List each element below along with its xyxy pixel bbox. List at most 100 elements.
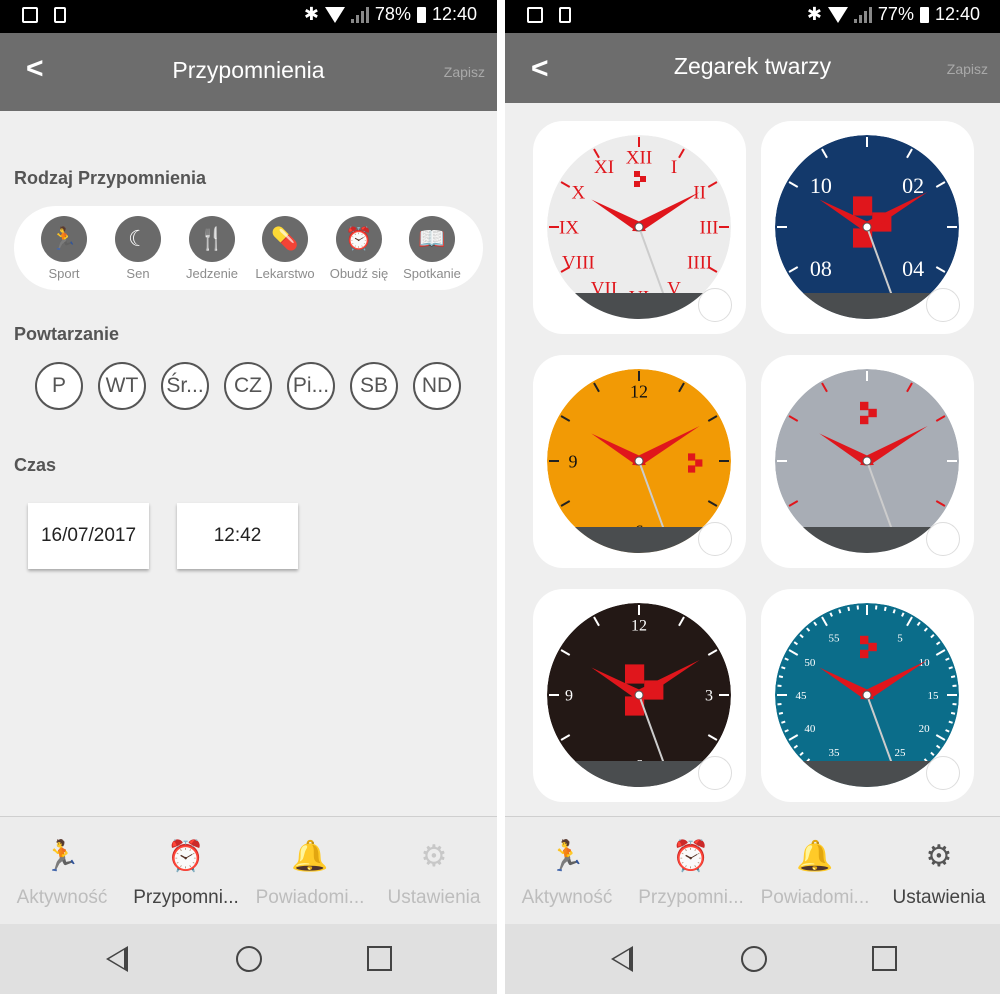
type-food[interactable]: 🍴 Jedzenie: [177, 216, 247, 281]
select-radio[interactable]: [698, 288, 732, 322]
type-medicine[interactable]: 💊 Lekarstwo: [250, 216, 320, 281]
select-radio[interactable]: [926, 522, 960, 556]
dial-tick: [883, 606, 887, 612]
save-button[interactable]: Zapisz: [947, 61, 988, 77]
running-icon: 🏃: [43, 840, 81, 873]
dial-numeral: 12: [630, 381, 648, 401]
dial-tick: [781, 720, 786, 724]
day-toggle-sun[interactable]: ND: [413, 362, 461, 410]
dial-numeral: 35: [829, 747, 841, 759]
select-radio[interactable]: [926, 288, 960, 322]
status-bar: ✱ 77% 12:40: [505, 0, 1000, 33]
hand-pin: [862, 222, 872, 232]
nav-back-icon[interactable]: [611, 946, 633, 972]
brand-logo-mark: [634, 181, 640, 187]
dial-numeral: 15: [928, 690, 940, 702]
dial-numeral: IIII: [687, 253, 712, 274]
type-sport[interactable]: 🏃 Sport: [29, 216, 99, 281]
tab-notifications[interactable]: 🔔 Powiadomi...: [248, 817, 372, 925]
type-label: Sen: [126, 266, 150, 281]
type-sleep[interactable]: ☾ Sen: [103, 216, 173, 281]
status-bar: ✱ 78% 12:40: [0, 0, 497, 33]
select-radio[interactable]: [698, 756, 732, 790]
dial-numeral: 40: [804, 723, 816, 735]
tab-reminders[interactable]: ⏰ Przypomni...: [629, 817, 753, 925]
day-toggle-sat[interactable]: SB: [350, 362, 398, 410]
running-icon: 🏃: [41, 216, 87, 262]
save-button[interactable]: Zapisz: [444, 64, 485, 80]
day-toggle-tue[interactable]: WT: [98, 362, 146, 410]
brand-logo-mark: [868, 642, 877, 652]
watch-face-option[interactable]: [761, 355, 974, 568]
bluetooth-icon: ✱: [303, 4, 319, 24]
alarm-clock-icon: ⏰: [167, 840, 205, 873]
date-field[interactable]: 16/07/2017: [28, 503, 149, 569]
dial-numeral: 50: [804, 657, 816, 669]
brand-logo-mark: [860, 415, 869, 425]
brand-logo-mark: [860, 635, 869, 645]
system-nav-bar: [505, 924, 1000, 994]
watch-face-option[interactable]: XIIIIIIIIIIIIVVIVIIVIIIIXXXI: [533, 121, 746, 334]
dial-tick: [948, 666, 953, 670]
day-toggle-fri[interactable]: Pi...: [287, 362, 335, 410]
page-title: Przypomnienia: [172, 57, 325, 83]
watch-face-option[interactable]: 12369: [533, 589, 746, 802]
wifi-icon: [827, 6, 848, 23]
tab-reminders[interactable]: ⏰ Przypomni...: [124, 817, 248, 925]
watch-face-option[interactable]: 10 02 08 04: [761, 121, 974, 334]
dial-numeral: 25: [895, 747, 907, 759]
sync-notification-icon: [559, 7, 571, 23]
day-toggle-mon[interactable]: P: [35, 362, 83, 410]
cutlery-icon: 🍴: [189, 216, 235, 262]
gear-icon: ⚙: [420, 840, 448, 873]
watch-face-screen: ✱ 77% 12:40 < Zegarek twarzy Zapisz XII I…: [505, 0, 1000, 994]
select-radio[interactable]: [926, 756, 960, 790]
select-radio[interactable]: [698, 522, 732, 556]
tab-label: Ustawienia: [892, 887, 986, 908]
hand-pin: [862, 690, 872, 700]
repeat-label: Powtarzanie: [14, 324, 120, 344]
nav-back-icon[interactable]: [106, 946, 128, 972]
watch-face-option[interactable]: 5 10 15 20 25 35 40 45 50 55: [761, 589, 974, 802]
battery-percent: 77%: [877, 4, 914, 24]
watch-face-option[interactable]: 1296: [533, 355, 746, 568]
tab-notifications[interactable]: 🔔 Powiadomi...: [753, 817, 877, 925]
dial-tick: [781, 666, 786, 670]
app-bar: < Zegarek twarzy Zapisz: [505, 33, 1000, 103]
tab-label: Powiadomi...: [760, 887, 870, 908]
nav-recents-icon[interactable]: [367, 946, 392, 971]
running-icon: 🏃: [548, 840, 586, 873]
tab-activity[interactable]: 🏃 Aktywność: [505, 817, 629, 925]
type-meeting[interactable]: 📖 Spotkanie: [397, 216, 467, 281]
reminder-type-selector: 🏃 Sport ☾ Sen 🍴 Jedzenie 💊 Lekarstwo ⏰ O…: [14, 206, 483, 290]
dial-numeral: X: [572, 183, 586, 204]
nav-recents-icon[interactable]: [872, 946, 897, 971]
book-icon: 📖: [409, 216, 455, 262]
sync-notification-icon: [54, 7, 66, 23]
type-label: Obudź się: [329, 266, 389, 281]
day-toggle-wed[interactable]: Śr...: [161, 362, 209, 410]
tab-settings[interactable]: ⚙ Ustawienia: [877, 817, 1000, 925]
bell-icon: 🔔: [796, 840, 834, 873]
alarm-clock-icon: ⏰: [672, 840, 710, 873]
day-toggle-thu[interactable]: CZ: [224, 362, 272, 410]
sleep-icon: ☾: [115, 216, 161, 262]
brand-logo-mark: [860, 649, 869, 659]
nav-home-icon[interactable]: [236, 946, 262, 972]
tab-settings[interactable]: ⚙ Ustawienia: [372, 817, 496, 925]
dial-numeral: I: [671, 157, 677, 178]
type-wake-up[interactable]: ⏰ Obudź się: [324, 216, 394, 281]
tab-activity[interactable]: 🏃 Aktywność: [0, 817, 124, 925]
time-field[interactable]: 12:42: [177, 503, 298, 569]
tab-label: Ustawienia: [387, 887, 481, 908]
dial-numeral: XI: [594, 157, 614, 178]
tab-label: Aktywność: [521, 887, 613, 908]
hand-pin: [634, 690, 644, 700]
dial-tick: [892, 609, 896, 614]
brand-logo-mark: [688, 465, 696, 473]
dial-tick: [950, 711, 956, 715]
dial-numeral: 12: [631, 618, 647, 635]
nav-home-icon[interactable]: [741, 946, 767, 972]
tab-label: Przypomni...: [638, 887, 744, 908]
bottom-tab-bar: 🏃 Aktywność ⏰ Przypomni... 🔔 Powiadomi..…: [505, 816, 1000, 925]
